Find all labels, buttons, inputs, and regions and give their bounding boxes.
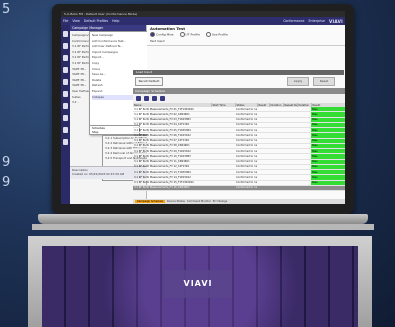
bg-glyph: 5: [2, 2, 11, 17]
menu-help[interactable]: Help: [112, 19, 119, 23]
load-input-bar: Load Input: [133, 70, 344, 75]
column-header[interactable]: Iteration: [297, 103, 312, 107]
campaign-icon[interactable]: [63, 31, 68, 37]
document-icon[interactable]: [63, 79, 68, 85]
cell-result: [311, 185, 345, 192]
menu-default-profiles[interactable]: Default Profiles: [84, 19, 108, 23]
gear-icon[interactable]: [63, 115, 68, 121]
server-logo: VIAVI: [164, 270, 232, 298]
mode-label: Use Profile: [211, 32, 228, 37]
menu-enterprise[interactable]: Enterprise: [309, 19, 325, 23]
menu-file[interactable]: File: [63, 19, 68, 23]
mode-config-mixe[interactable]: Config Mixe: [150, 32, 174, 37]
brand-logo: VIAVI: [328, 18, 343, 24]
grid-icon[interactable]: [63, 127, 68, 133]
cell-empty: [269, 185, 283, 192]
bg-glyph: 9: [2, 155, 11, 170]
document-icon[interactable]: [63, 103, 68, 109]
bottom-tabs: Campaign Schedule Device Status Command …: [133, 199, 345, 204]
tab-device-status[interactable]: Device Status: [167, 200, 185, 203]
document-icon[interactable]: [63, 91, 68, 97]
bg-glyph: 9: [2, 175, 11, 190]
apply-button[interactable]: Apply: [287, 77, 309, 86]
document-icon[interactable]: [63, 55, 68, 61]
cell-status: Conformed to run: [235, 185, 257, 192]
test-input-section[interactable]: Test Input: [147, 37, 345, 46]
tab-err-dialogs[interactable]: Err Dialogs: [213, 200, 227, 203]
mode-ut-profile[interactable]: UT Profile: [179, 32, 200, 37]
cell-start: [211, 185, 235, 192]
cell-empty: [257, 185, 269, 192]
column-header[interactable]: Repeat Runs: [283, 103, 298, 107]
tab-command-monitor[interactable]: Command Monitor: [187, 200, 211, 203]
radio-icon: [179, 32, 185, 37]
document-icon[interactable]: [63, 43, 68, 49]
laptop-base: [38, 214, 368, 224]
cell-empty: [283, 185, 297, 192]
side-icon-bar: [61, 25, 70, 204]
schedule-table: Name Start Time Status Result Duration Repeat…: [133, 103, 345, 192]
mode-label: Config Mixe: [156, 32, 174, 37]
stop-icon[interactable]: [144, 96, 149, 101]
menu-bar: File View Default Profiles Help Conforma…: [61, 17, 345, 25]
laptop-lip: [32, 224, 374, 230]
cell-empty: [297, 185, 311, 192]
radio-icon: [150, 32, 155, 37]
column-header[interactable]: Duration: [269, 103, 284, 107]
recall-default-button[interactable]: Recall Default: [135, 77, 163, 86]
menu-conformance[interactable]: Conformance: [283, 19, 304, 23]
laptop: 5-G Boks TM - Default User (Conformance …: [52, 4, 354, 214]
schedule-toolbar: [133, 94, 345, 103]
mode-label: UT Profile: [185, 32, 200, 37]
automation-title: Automation Test: [150, 26, 186, 31]
settings-icon[interactable]: [63, 139, 68, 145]
mode-use-profile[interactable]: Use Profile: [205, 32, 228, 37]
play-icon[interactable]: [136, 96, 141, 101]
folder-icon[interactable]: [152, 96, 157, 101]
app-window: 5-G Boks TM - Default User (Conformance …: [61, 11, 345, 204]
campaign-schedule-panel: Campaign Schedule Name Start Time Status Re…: [133, 88, 345, 204]
export-icon[interactable]: [160, 96, 165, 101]
table-row[interactable]: 3.1 RF Perfo Measurements_FV 16_1RN4R01 C…: [133, 185, 345, 192]
document-icon[interactable]: [63, 67, 68, 73]
submenu-stop[interactable]: Stop: [92, 130, 139, 134]
cell-name: 3.1 RF Perfo Measurements_FV 16_1RN4R01: [133, 185, 211, 192]
reset-button[interactable]: Reset: [313, 77, 335, 86]
menu-view[interactable]: View: [72, 19, 80, 23]
tab-campaign-schedule[interactable]: Campaign Schedule: [135, 200, 165, 203]
radio-icon: [205, 32, 211, 37]
